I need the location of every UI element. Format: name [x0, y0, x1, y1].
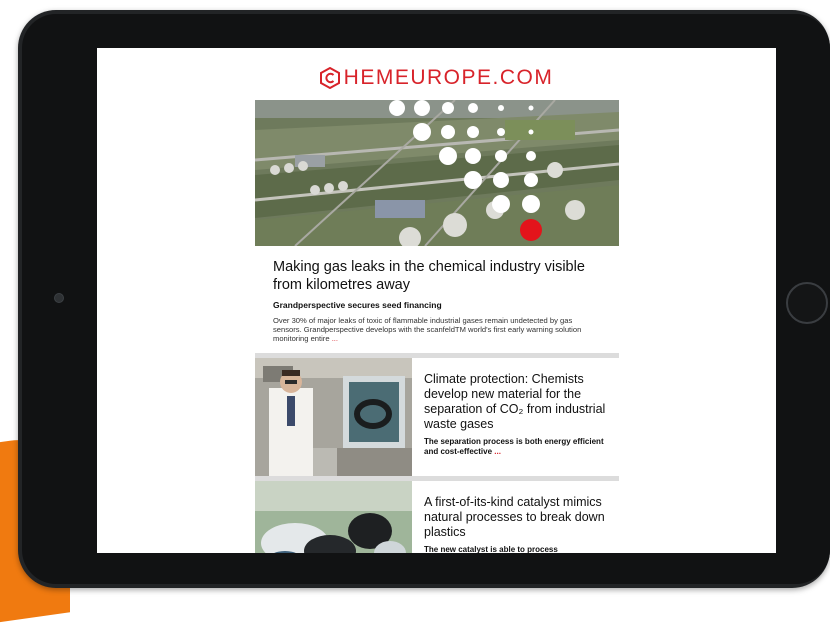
- newsletter-screen: HEMEUROPE.COM Making gas leaks in the ch…: [97, 48, 776, 553]
- hero-title[interactable]: Making gas leaks in the chemical industr…: [273, 258, 601, 294]
- article-subtitle-text: The separation process is both energy ef…: [424, 437, 604, 456]
- chemical-plant-aerial-photo: [255, 100, 619, 246]
- hero-image[interactable]: [255, 100, 619, 246]
- article-title[interactable]: Climate protection: Chemists develop new…: [424, 372, 607, 432]
- article-text: A first-of-its-kind catalyst mimics natu…: [412, 481, 619, 553]
- article-subtitle: The new catalyst is able to process: [424, 545, 558, 553]
- home-button[interactable]: [786, 282, 828, 324]
- hero-body-text: Over 30% of major leaks of toxic of flam…: [273, 316, 582, 343]
- article-image-plastics[interactable]: [255, 481, 412, 553]
- article-card: Climate protection: Chemists develop new…: [255, 358, 619, 476]
- article-subtitle: The separation process is both energy ef…: [424, 437, 607, 457]
- article-read-more-link[interactable]: ...: [494, 447, 501, 456]
- chemist-lab-photo: [255, 358, 412, 476]
- camera-icon: [54, 293, 64, 303]
- logo-text: HEMEUROPE.COM: [343, 66, 554, 89]
- site-logo[interactable]: HEMEUROPE.COM: [97, 66, 776, 90]
- article-card: A first-of-its-kind catalyst mimics natu…: [255, 481, 619, 553]
- hero-read-more-link[interactable]: ...: [332, 334, 338, 343]
- plastic-waste-photo: [255, 481, 412, 553]
- newsletter-column: Making gas leaks in the chemical industr…: [255, 100, 619, 553]
- article-image-lab[interactable]: [255, 358, 412, 476]
- article-title[interactable]: A first-of-its-kind catalyst mimics natu…: [424, 495, 607, 540]
- hero-article: Making gas leaks in the chemical industr…: [255, 246, 619, 353]
- article-text: Climate protection: Chemists develop new…: [412, 358, 619, 476]
- hexagon-logo-icon: [319, 67, 340, 89]
- hero-body: Over 30% of major leaks of toxic of flam…: [273, 316, 601, 343]
- hero-subtitle: Grandperspective secures seed financing: [273, 300, 442, 310]
